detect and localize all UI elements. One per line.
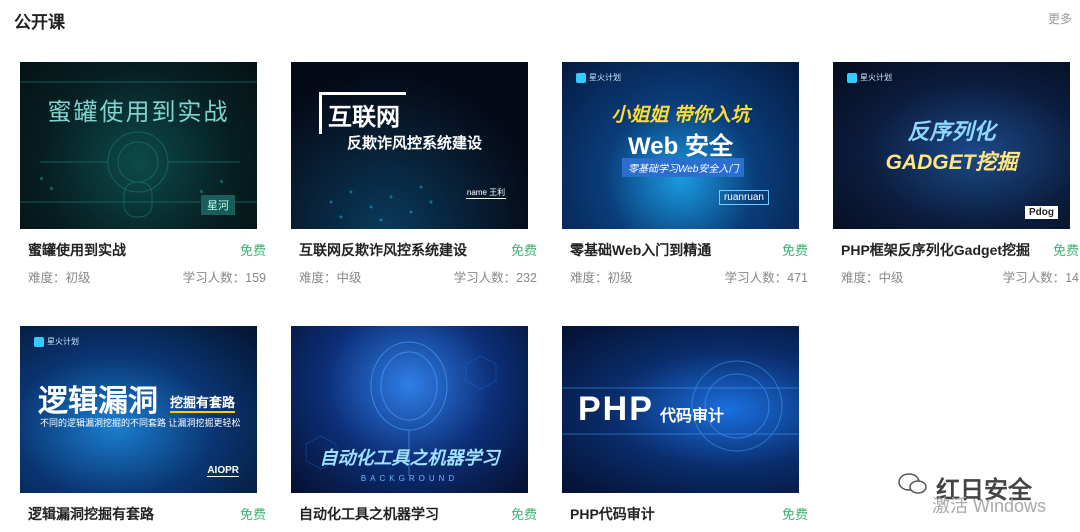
- thumbnail-subtitle: BACKGROUND: [360, 474, 459, 483]
- course-card[interactable]: 星火计划 反序列化 GADGET挖掘 Pdog PHP框架反序列化Gadget挖…: [833, 62, 1079, 285]
- course-thumbnail[interactable]: 星火计划 小姐姐 带你入坑 Web 安全 零基础学习Web安全入门 ruanru…: [562, 62, 799, 229]
- count-label: 学习人数：: [1002, 271, 1066, 285]
- course-title[interactable]: 自动化工具之机器学习: [299, 504, 439, 524]
- count-value: 471: [787, 271, 808, 285]
- logo-icon: [576, 72, 586, 83]
- course-thumbnail[interactable]: 蜜罐使用到实战 星河: [20, 62, 257, 229]
- count-label: 学习人数：: [453, 271, 517, 285]
- thumbnail-subtitle: 挖掘有套路: [170, 392, 236, 413]
- thumbnail-author: ruanruan: [718, 190, 769, 205]
- count-value: 14: [1065, 271, 1079, 285]
- course-title[interactable]: 零基础Web入门到精通: [570, 240, 711, 260]
- course-title[interactable]: PHP框架反序列化Gadget挖掘: [841, 240, 1030, 260]
- thumbnail-author: Pdog: [1025, 206, 1058, 219]
- course-card[interactable]: 蜜罐使用到实战 星河 蜜罐使用到实战 免费 难度：初级 学习人数：159: [20, 62, 266, 285]
- count-label: 学习人数：: [724, 271, 788, 285]
- thumbnail-title: 小姐姐 带你入坑: [611, 105, 750, 126]
- price-badge: 免费: [235, 504, 266, 523]
- brand-logo: 星火计划: [847, 72, 892, 83]
- count-label: 学习人数：: [182, 271, 246, 285]
- course-card[interactable]: PHP 代码审计 PHP代码审计 免费: [562, 326, 808, 523]
- activate-windows-text: 激活 Windows: [932, 496, 1047, 516]
- thumbnail-tag: 零基础学习Web安全入门: [622, 158, 745, 177]
- course-thumbnail[interactable]: PHP 代码审计: [562, 326, 799, 493]
- count-value: 232: [516, 271, 537, 285]
- thumbnail-badge: 星河: [201, 195, 235, 215]
- course-title[interactable]: 蜜罐使用到实战: [28, 240, 126, 260]
- price-badge: 免费: [235, 240, 266, 259]
- level-label: 难度：: [28, 271, 66, 285]
- more-link[interactable]: 更多: [1048, 10, 1072, 27]
- price-badge: 免费: [1048, 240, 1079, 259]
- course-thumbnail[interactable]: 星火计划 逻辑漏洞 挖掘有套路 不同的逻辑漏洞挖掘的不同套路 让漏洞挖掘更轻松 …: [20, 326, 257, 493]
- thumbnail-title: PHP: [578, 390, 654, 428]
- level-value: 中级: [878, 271, 904, 285]
- price-badge: 免费: [506, 240, 537, 259]
- thumbnail-subtitle: Web 安全: [628, 133, 733, 160]
- thumbnail-tag: 不同的逻辑漏洞挖掘的不同套路 让漏洞挖掘更轻松: [40, 418, 241, 428]
- thumbnail-author: name 王利: [466, 188, 506, 199]
- logo-icon: [34, 336, 44, 347]
- course-thumbnail[interactable]: 星火计划 反序列化 GADGET挖掘 Pdog: [833, 62, 1070, 229]
- wechat-icon: [898, 473, 927, 494]
- thumbnail-title: 自动化工具之机器学习: [319, 448, 500, 468]
- course-title[interactable]: 互联网反欺诈风控系统建设: [299, 240, 467, 260]
- price-badge: 免费: [506, 504, 537, 523]
- course-card[interactable]: 自动化工具之机器学习 BACKGROUND 自动化工具之机器学习 免费: [291, 326, 537, 523]
- price-badge: 免费: [777, 240, 808, 259]
- brand-logo: 星火计划: [34, 336, 79, 347]
- brand-logo: 星火计划: [576, 72, 621, 83]
- course-title[interactable]: 逻辑漏洞挖掘有套路: [28, 504, 154, 524]
- level-label: 难度：: [570, 271, 608, 285]
- course-title[interactable]: PHP代码审计: [570, 504, 655, 524]
- level-label: 难度：: [841, 271, 879, 285]
- section-title: 公开课: [14, 13, 65, 32]
- thumbnail-title: 逻辑漏洞: [38, 385, 158, 418]
- logo-icon: [847, 72, 857, 83]
- level-value: 初级: [607, 271, 633, 285]
- level-label: 难度：: [299, 271, 337, 285]
- thumbnail-title: 蜜罐使用到实战: [47, 99, 230, 126]
- price-badge: 免费: [777, 504, 808, 523]
- thumbnail-author: AIOPR: [207, 465, 239, 477]
- thumbnail-subtitle: 代码审计: [660, 408, 725, 425]
- thumbnail-subtitle: GADGET挖掘: [885, 151, 1018, 174]
- course-thumbnail[interactable]: 自动化工具之机器学习 BACKGROUND: [291, 326, 528, 493]
- level-value: 中级: [336, 271, 362, 285]
- thumbnail-title: 反序列化: [907, 119, 996, 144]
- count-value: 159: [245, 271, 266, 285]
- course-card[interactable]: 互联网 反欺诈风控系统建设 name 王利 互联网反欺诈风控系统建设 免费 难度…: [291, 62, 537, 285]
- thumbnail-subtitle: 反欺诈风控系统建设: [347, 135, 483, 152]
- thumbnail-title: 互联网: [319, 92, 406, 134]
- level-value: 初级: [65, 271, 91, 285]
- course-thumbnail[interactable]: 互联网 反欺诈风控系统建设 name 王利: [291, 62, 528, 229]
- course-card[interactable]: 星火计划 逻辑漏洞 挖掘有套路 不同的逻辑漏洞挖掘的不同套路 让漏洞挖掘更轻松 …: [20, 326, 266, 523]
- course-card[interactable]: 星火计划 小姐姐 带你入坑 Web 安全 零基础学习Web安全入门 ruanru…: [562, 62, 808, 285]
